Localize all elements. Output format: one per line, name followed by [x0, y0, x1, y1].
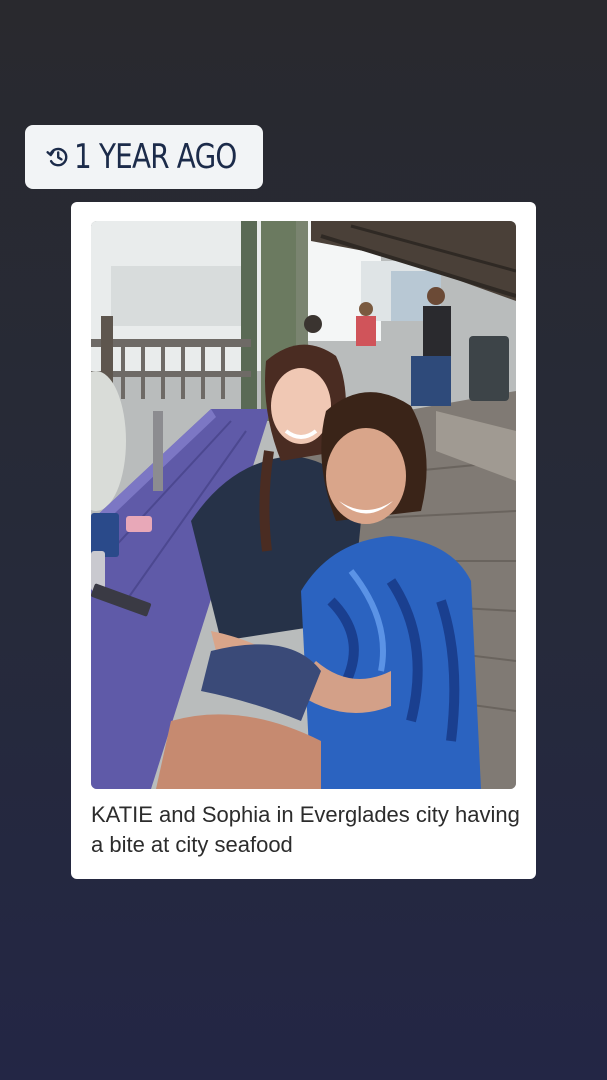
memory-card[interactable]: KATIE and Sophia in Everglades city havi…	[71, 202, 536, 879]
photo-illustration	[91, 221, 516, 789]
history-clock-icon	[45, 144, 71, 170]
memory-caption: KATIE and Sophia in Everglades city havi…	[91, 802, 520, 857]
memory-label: 1 YEAR AGO	[74, 137, 237, 177]
memory-photo[interactable]	[91, 221, 516, 789]
memory-badge[interactable]: 1 YEAR AGO	[25, 125, 263, 189]
